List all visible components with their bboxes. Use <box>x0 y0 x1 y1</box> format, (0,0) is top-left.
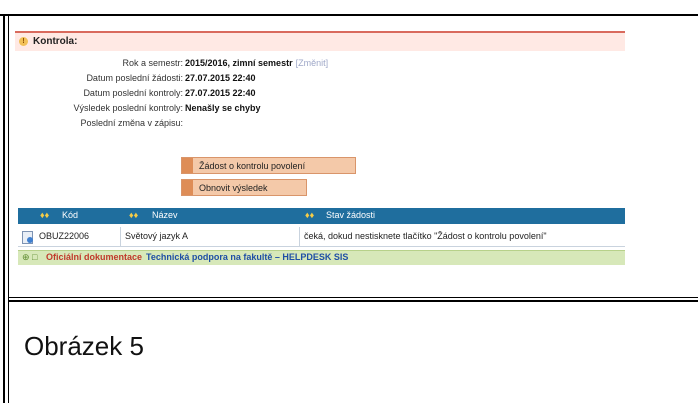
sort-icon[interactable]: ♦♦ <box>40 210 49 220</box>
cell-code: OBUZ22006 <box>39 231 90 241</box>
change-semester-link[interactable]: [Změnit] <box>296 58 329 68</box>
official-docs-link[interactable]: Oficiální dokumentace <box>46 252 142 262</box>
footer-icons: ⊕ □ <box>22 252 38 262</box>
cell-name: Světový jazyk A <box>125 231 189 241</box>
footer-bar: ⊕ □ Oficiální dokumentace Technická podp… <box>18 250 625 265</box>
support-link[interactable]: Technická podpora na fakultě – HELPDESK … <box>146 252 348 262</box>
last-request-label: Datum poslední žádosti: <box>86 73 183 83</box>
form-row-result: Výsledek poslední kontroly: Nenašly se c… <box>14 103 625 116</box>
request-check-label: Žádost o kontrolu povolení <box>199 161 306 171</box>
table-header: ♦♦ Kód ♦♦ Název ♦♦ Stav žádosti <box>18 208 625 224</box>
frame-top-line <box>0 14 698 16</box>
frame-mid-line-lower <box>8 300 698 302</box>
semester-text: 2015/2016, zimní semestr <box>185 58 293 68</box>
form-row-last-request: Datum poslední žádosti: 27.07.2015 22:40 <box>14 73 625 86</box>
column-header-code[interactable]: Kód <box>62 210 78 220</box>
panel-header: ! Kontrola: <box>15 31 625 51</box>
warning-icon: ! <box>19 37 28 46</box>
table-row[interactable]: OBUZ22006 Světový jazyk A čeká, dokud ne… <box>18 227 625 247</box>
sort-icon[interactable]: ♦♦ <box>305 210 314 220</box>
document-icon <box>22 231 33 244</box>
refresh-result-label: Obnovit výsledek <box>199 183 268 193</box>
last-request-value: 27.07.2015 22:40 <box>185 73 256 83</box>
frame-mid-line-upper <box>8 297 698 298</box>
column-header-status[interactable]: Stav žádosti <box>326 210 375 220</box>
cell-divider <box>120 227 121 246</box>
sort-icon[interactable]: ♦♦ <box>129 210 138 220</box>
request-check-button[interactable]: Žádost o kontrolu povolení <box>181 157 356 174</box>
panel-header-title: Kontrola: <box>33 36 78 47</box>
column-header-name[interactable]: Název <box>152 210 178 220</box>
last-check-label: Datum poslední kontroly: <box>83 88 183 98</box>
form-row-last-check: Datum poslední kontroly: 27.07.2015 22:4… <box>14 88 625 101</box>
refresh-result-button[interactable]: Obnovit výsledek <box>181 179 307 196</box>
semester-value: 2015/2016, zimní semestr [Změnit] <box>185 58 328 68</box>
button-marker-icon <box>182 158 193 173</box>
check-panel: ! Kontrola: Rok a semestr: 2015/2016, zi… <box>14 25 625 291</box>
cell-divider <box>299 227 300 246</box>
button-marker-icon <box>182 180 193 195</box>
last-change-label: Poslední změna v zápisu: <box>80 118 183 128</box>
last-check-value: 27.07.2015 22:40 <box>185 88 256 98</box>
frame-left-inner-line <box>8 14 9 403</box>
form-row-last-change: Poslední změna v zápisu: <box>14 118 625 131</box>
semester-label: Rok a semestr: <box>122 58 183 68</box>
frame-left-line <box>3 14 5 403</box>
result-value: Nenašly se chyby <box>185 103 261 113</box>
result-label: Výsledek poslední kontroly: <box>73 103 183 113</box>
figure-caption: Obrázek 5 <box>24 331 144 361</box>
form-row-semester: Rok a semestr: 2015/2016, zimní semestr[… <box>14 58 625 71</box>
cell-status: čeká, dokud nestisknete tlačítko "Žádost… <box>304 231 547 241</box>
